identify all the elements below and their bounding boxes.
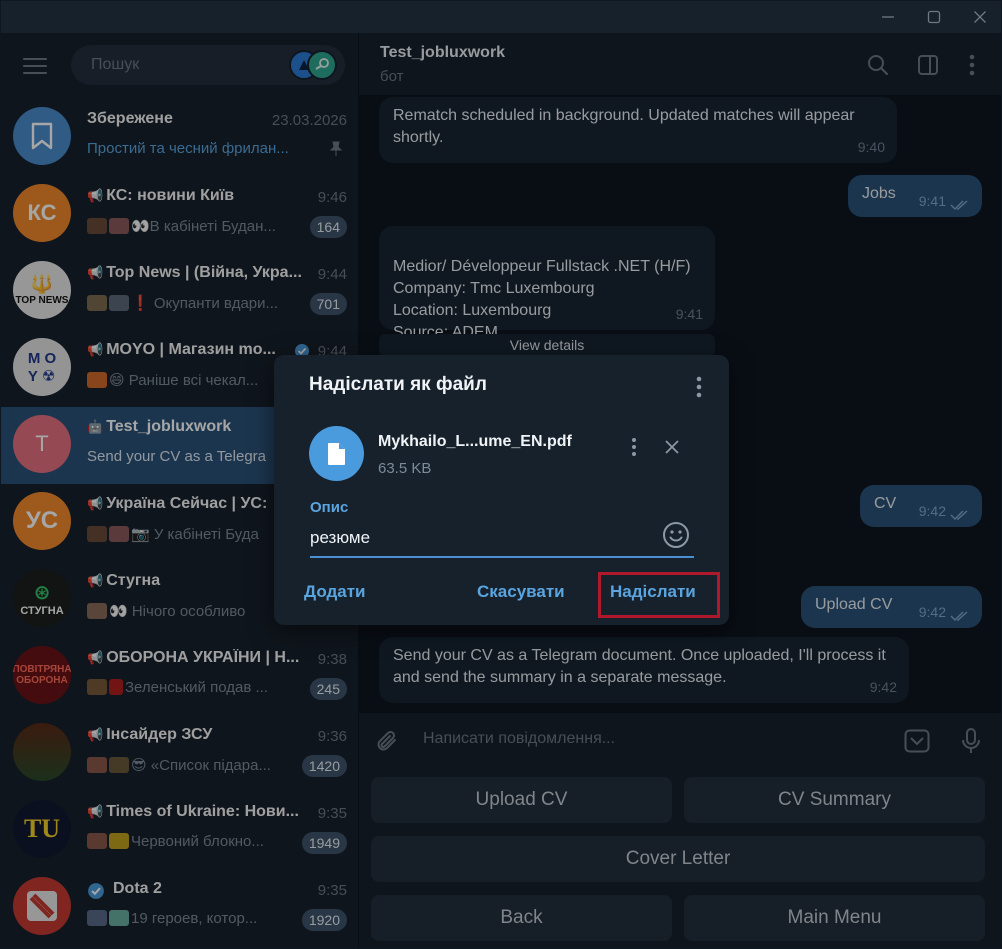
dialog-title: Надіслати як файл [309, 374, 487, 395]
close-icon [974, 11, 986, 23]
close-icon [665, 440, 679, 454]
vertical-dots-icon [696, 376, 702, 398]
emoji-button[interactable] [661, 520, 691, 550]
file-name: Mykhailo_L...ume_EN.pdf [378, 433, 572, 450]
caption-label: Опис [310, 499, 349, 516]
send-button[interactable]: Надіслати [610, 577, 696, 607]
maximize-button[interactable] [911, 1, 957, 33]
smiley-icon [663, 522, 689, 548]
close-window-button[interactable] [957, 1, 1001, 33]
send-as-file-dialog: Надіслати як файл Mykhailo_L...ume_EN.pd… [274, 355, 729, 625]
caption-input[interactable] [310, 520, 694, 558]
remove-file-button[interactable] [662, 437, 682, 457]
dialog-options-button[interactable] [691, 375, 707, 399]
telegram-window: Пошук Збережене 23.03.2026 Простий та че… [0, 0, 1002, 949]
minimize-button[interactable] [865, 1, 911, 33]
title-bar [1, 1, 1001, 33]
minimize-icon [882, 16, 894, 18]
vertical-dots-icon [632, 438, 636, 456]
add-button[interactable]: Додати [304, 577, 366, 607]
file-size: 63.5 KB [378, 460, 432, 477]
cancel-button[interactable]: Скасувати [477, 577, 565, 607]
file-options-button[interactable] [624, 435, 644, 459]
maximize-icon [927, 10, 941, 24]
file-document-icon [309, 426, 364, 481]
